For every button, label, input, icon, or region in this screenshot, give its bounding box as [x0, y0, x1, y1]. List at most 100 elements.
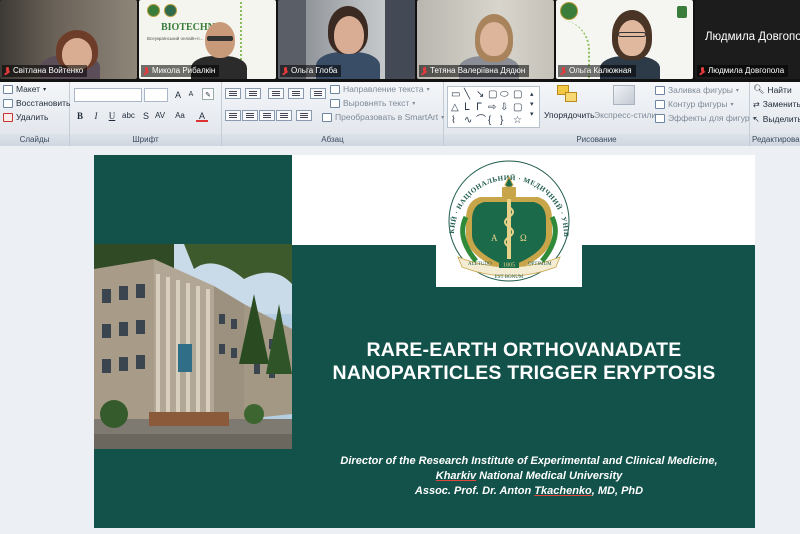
author-line: Kharkiv National Medical University: [309, 469, 749, 484]
arrow-line-icon: ↘: [476, 89, 485, 100]
slide-title-line: RARE-EARTH ORTHOVANADATE: [366, 339, 682, 361]
author-city: Kharkiv: [435, 470, 477, 482]
arrange-button[interactable]: Упорядочить: [544, 110, 595, 120]
shape-fill-button[interactable]: Заливка фигуры ▾: [655, 85, 739, 95]
delete-icon: [3, 112, 13, 122]
replace-icon: ⇄: [753, 99, 760, 109]
quick-styles-button[interactable]: Экспресс-стили: [594, 110, 656, 120]
elbow-connector-icon: ᒪ: [464, 102, 470, 113]
ribbon-group-label: Редактирован: [750, 134, 800, 146]
reset-button[interactable]: Восстановить: [3, 98, 70, 108]
shrink-font-button[interactable]: A: [185, 89, 197, 101]
delete-button[interactable]: Удалить: [3, 112, 48, 122]
video-participants-strip: Світлана Войтенко BIOTECHN Всеукраїнськи…: [0, 0, 800, 82]
star-icon: ☆: [513, 115, 522, 126]
brace-icon: {: [488, 115, 492, 126]
text-direction-icon: [330, 84, 340, 94]
line-spacing-icon[interactable]: [310, 88, 326, 99]
oval-icon: ⬭: [500, 89, 509, 100]
slide-title-line: NANOPARTICLES TRIGGER ERYPTOSIS: [332, 362, 716, 384]
arrange-icon: [557, 85, 579, 105]
binoculars-icon: 🔍︎: [753, 84, 765, 94]
brace-icon: }: [500, 115, 504, 126]
rounded-rect-icon: ▢: [513, 89, 523, 100]
italic-button[interactable]: I: [90, 110, 102, 122]
logo-icon: [164, 4, 177, 17]
emblem-omega: Ω: [520, 233, 527, 243]
mic-muted-icon: [560, 67, 566, 75]
slide[interactable]: ХАРКІВСЬКИЙ · НАЦІОНАЛЬНИЙ · МЕДИЧНИЙ · …: [94, 155, 755, 528]
emblem-motto-bottom: EST BONUM: [495, 275, 524, 280]
participant-tile[interactable]: Тетяна Валеріївна Дядюн: [417, 0, 554, 79]
participant-name: Світлана Войтенко: [13, 66, 84, 75]
align-text-icon: [330, 98, 340, 108]
participant-name-tag: Микола Рибалкін: [141, 65, 220, 77]
text-direction-button[interactable]: Направление текста ▾: [330, 84, 430, 94]
smartart-icon: [322, 112, 332, 122]
author-line: Director of the Research Institute of Ex…: [340, 455, 718, 467]
callout-icon: ▢: [513, 102, 523, 113]
slide-title[interactable]: RARE-EARTH ORTHOVANADATE NANOPARTICLES T…: [299, 339, 749, 385]
participant-tile[interactable]: Ольга Калюжная: [556, 0, 693, 79]
increase-indent-icon[interactable]: [288, 88, 304, 99]
underline-button[interactable]: U: [106, 110, 118, 122]
columns-icon[interactable]: [296, 110, 312, 121]
author-university: National Medical University: [476, 470, 623, 482]
mic-muted-icon: [143, 67, 149, 75]
mic-muted-icon: [421, 67, 427, 75]
participant-tile[interactable]: Ольга Глоба: [278, 0, 415, 79]
font-size-select[interactable]: [144, 88, 168, 102]
mic-muted-icon: [4, 67, 10, 75]
char-spacing-button[interactable]: AV: [154, 110, 166, 122]
font-color-button[interactable]: A: [196, 110, 208, 122]
bullets-icon[interactable]: [225, 88, 241, 99]
numbering-icon[interactable]: [245, 88, 261, 99]
participant-name: Людмила Довгопола: [708, 66, 785, 75]
layout-icon: [3, 84, 13, 94]
participant-tile[interactable]: BIOTECHN Всеукраїнський онлайн-п... Мико…: [139, 0, 276, 79]
connector-icon: ᒥ: [476, 102, 482, 113]
font-family-select[interactable]: [74, 88, 142, 102]
effects-icon: [655, 113, 665, 123]
participant-name-tag: Світлана Войтенко: [2, 65, 88, 77]
author-block[interactable]: Director of the Research Institute of Ex…: [309, 454, 749, 499]
align-text-button[interactable]: Выровнять текст ▾: [330, 98, 415, 108]
author-surname: Tkachenko: [534, 485, 592, 497]
shadow-button[interactable]: S: [140, 110, 152, 122]
ribbon-group-label: Абзац: [222, 134, 443, 146]
ribbon-group-font: A A ✎ B I U abc S AV Aa A Шрифт: [70, 82, 222, 146]
participant-big-name: Людмила Довгопола: [705, 31, 800, 43]
select-button[interactable]: ↖ Выделить: [753, 114, 800, 124]
mic-muted-icon: [699, 67, 705, 75]
participant-tile[interactable]: Людмила Довгопола Людмила Довгопола: [695, 0, 800, 79]
participant-name: Тетяна Валеріївна Дядюн: [430, 66, 526, 75]
bold-button[interactable]: B: [74, 110, 86, 122]
shape-effects-button[interactable]: Эффекты для фигур ▾: [655, 113, 756, 123]
strikethrough-button[interactable]: abc: [122, 110, 135, 122]
freeform-icon: ⌇: [451, 115, 456, 126]
layout-button[interactable]: Макет ▾: [3, 84, 46, 94]
ribbon-group-label: Слайды: [0, 134, 69, 146]
shapes-gallery[interactable]: ▭ ╲ ↘ ▢ ⬭ ▢ △ ᒪ ᒥ ⇨ ⇩ ▢ ⌇ ∿ ⌒ { } ☆ ▴ ▾ ▾: [447, 86, 540, 128]
line-icon: ╲: [464, 89, 471, 100]
gallery-scroll-icon: ▴ ▾ ▾: [530, 91, 534, 118]
grow-font-button[interactable]: A: [172, 89, 184, 101]
decrease-indent-icon[interactable]: [268, 88, 284, 99]
emblem-motto-left: ALETUDO: [468, 262, 492, 267]
find-button[interactable]: 🔍︎ Найти: [753, 84, 792, 95]
align-right-icon[interactable]: [259, 110, 275, 121]
justify-icon[interactable]: [276, 110, 292, 121]
shape-outline-button[interactable]: Контур фигуры ▾: [655, 99, 733, 109]
emblem-motto-right: OPTIMUM: [528, 262, 552, 267]
clear-format-button[interactable]: ✎: [202, 88, 214, 100]
ribbon-group-editing: 🔍︎ Найти ⇄ Заменить ↖ Выделить Редактиро…: [750, 82, 800, 146]
ribbon-group-paragraph: Направление текста ▾ Выровнять текст ▾ Пре…: [222, 82, 444, 146]
replace-button[interactable]: ⇄ Заменить: [753, 99, 800, 109]
change-case-button[interactable]: Aa: [174, 110, 186, 122]
convert-smartart-button[interactable]: Преобразовать в SmartArt ▾: [322, 112, 444, 122]
shared-slide-subtitle: Всеукраїнський онлайн-п...: [147, 36, 204, 41]
author-degree: , MD, PhD: [591, 485, 644, 497]
participant-tile[interactable]: Світлана Войтенко: [0, 0, 137, 79]
align-center-icon[interactable]: [242, 110, 258, 121]
align-left-icon[interactable]: [225, 110, 241, 121]
